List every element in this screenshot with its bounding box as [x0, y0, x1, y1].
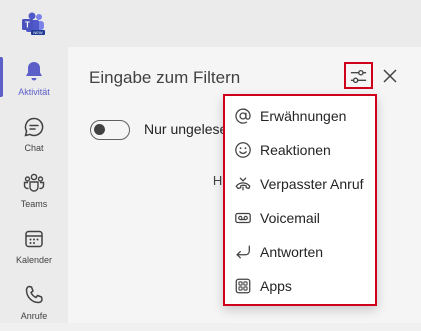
at-icon [235, 108, 251, 124]
menu-item-replies[interactable]: Antworten [225, 235, 375, 269]
close-icon[interactable] [382, 68, 398, 84]
menu-item-label: Verpasster Anruf [260, 176, 364, 192]
bell-icon [26, 62, 42, 81]
new-badge: NEW [33, 30, 43, 35]
filter-menu: Erwähnungen Reaktionen Verpasster Anruf … [223, 94, 377, 306]
title-bar: T NEW [0, 0, 421, 47]
rail-item-label: Teams [20, 199, 48, 209]
filter-input[interactable]: Eingabe zum Filtern [89, 68, 240, 88]
svg-text:T: T [25, 21, 30, 30]
rail-item-activity[interactable]: Aktivität [0, 51, 68, 107]
menu-item-apps[interactable]: Apps [225, 269, 375, 303]
rail-item-label: Kalender [15, 255, 53, 265]
rail-item-label: Chat [24, 143, 44, 153]
rail-item-chat[interactable]: Chat [0, 107, 68, 163]
menu-item-label: Reaktionen [260, 142, 331, 158]
rail-item-teams[interactable]: Teams [0, 163, 68, 219]
phone-icon [25, 285, 43, 304]
calendar-icon [25, 230, 43, 248]
missed-call-icon [235, 177, 251, 191]
chat-icon [24, 117, 44, 137]
menu-item-label: Erwähnungen [260, 108, 347, 124]
unread-only-toggle[interactable] [90, 120, 130, 140]
teams-logo: T NEW [22, 12, 45, 35]
apps-icon [235, 278, 251, 294]
app-rail: Aktivität Chat Teams Kalender Anrufe [0, 47, 68, 323]
toggle-label: Nur ungeleser [144, 121, 232, 137]
filter-button[interactable] [344, 62, 373, 89]
rail-item-calendar[interactable]: Kalender [0, 219, 68, 275]
rail-item-label: Anrufe [20, 311, 48, 321]
reply-icon [236, 245, 250, 259]
smiley-icon [235, 142, 251, 158]
menu-item-voicemail[interactable]: Voicemail [225, 201, 375, 235]
menu-item-label: Apps [260, 278, 292, 294]
rail-item-label: Aktivität [18, 87, 50, 97]
teams-icon [23, 173, 45, 192]
menu-item-reactions[interactable]: Reaktionen [225, 133, 375, 167]
menu-item-label: Antworten [260, 244, 324, 260]
voicemail-icon [235, 212, 251, 224]
menu-item-mentions[interactable]: Erwähnungen [225, 99, 375, 133]
menu-item-label: Voicemail [260, 210, 320, 226]
filter-sliders-icon [350, 69, 367, 84]
menu-item-missed-call[interactable]: Verpasster Anruf [225, 167, 375, 201]
